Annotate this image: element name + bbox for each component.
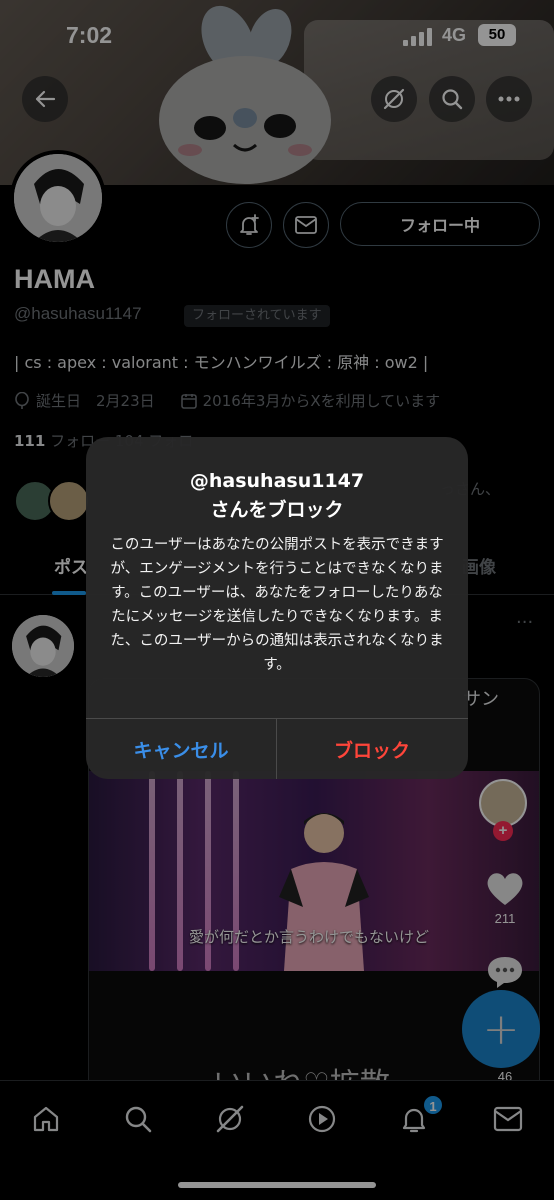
dialog-title-action: さんをブロック (210, 499, 344, 521)
dialog-title: @hasuhasu1147 さんをブロック (86, 467, 468, 525)
cancel-button[interactable]: キャンセル (86, 719, 276, 779)
block-confirm-dialog: @hasuhasu1147 さんをブロック このユーザーはあなたの公開ポストを表… (86, 437, 468, 779)
block-button[interactable]: ブロック (277, 719, 467, 779)
dialog-title-handle: @hasuhasu1147 (189, 470, 365, 492)
dialog-message: このユーザーはあなたの公開ポストを表示できますが、エンゲージメントを行うことはで… (110, 537, 444, 673)
